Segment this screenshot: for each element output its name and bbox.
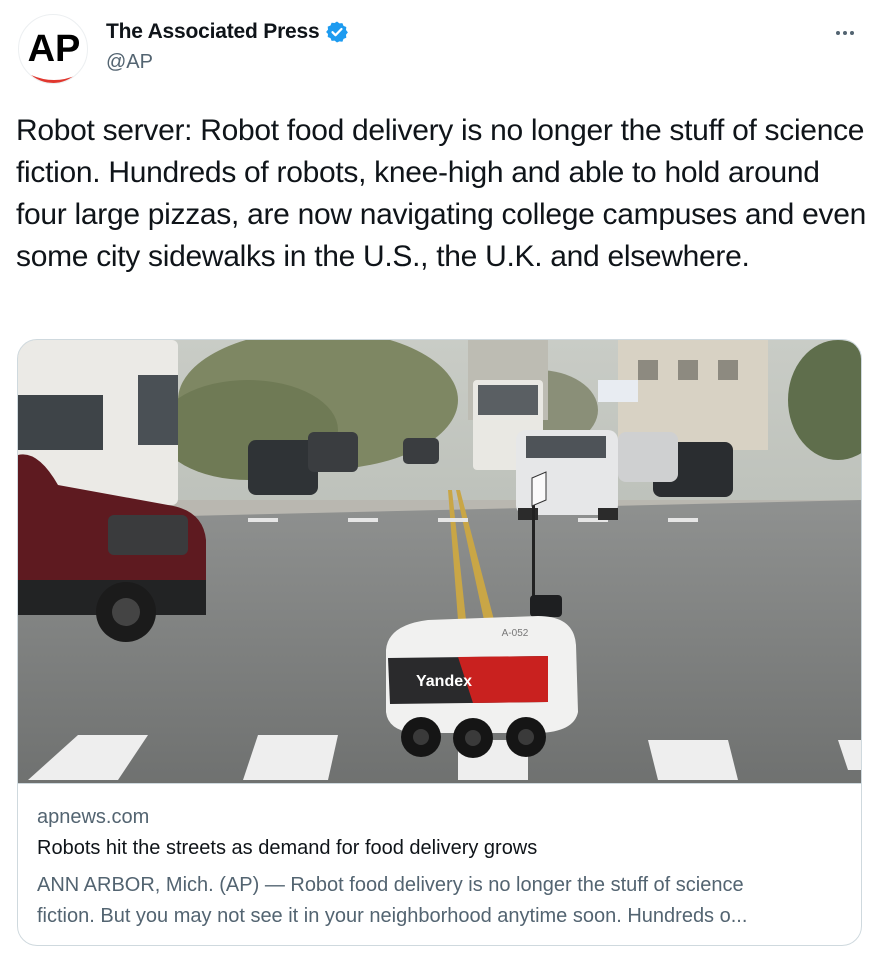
verified-badge-icon (325, 20, 349, 44)
card-domain: apnews.com (37, 806, 150, 828)
card-image[interactable]: Yandex A-052 (18, 340, 862, 784)
card-description-line: fiction. But you may not see it in your … (37, 905, 748, 927)
tweet-text: Robot server: Robot food delivery is no … (16, 114, 866, 273)
display-name[interactable]: The Associated Press (106, 20, 320, 44)
tweet-header: AP The Associated Press @AP (18, 14, 860, 86)
name-row: The Associated Press (106, 20, 349, 44)
avatar[interactable]: AP (18, 14, 88, 84)
user-handle[interactable]: @AP (106, 51, 153, 74)
avatar-logo-text: AP (28, 28, 81, 70)
card-description: ANN ARBOR, Mich. (AP) — Robot food deliv… (37, 870, 842, 932)
link-card[interactable]: Yandex A-052 apnews.com Robots hit the s… (17, 339, 862, 946)
card-divider (18, 783, 861, 784)
robot-id-text: A-052 (502, 628, 529, 639)
avatar-accent (31, 75, 77, 83)
robot-brand-text: Yandex (416, 673, 472, 690)
card-description-line: ANN ARBOR, Mich. (AP) — Robot food deliv… (37, 874, 744, 896)
card-title[interactable]: Robots hit the streets as demand for foo… (37, 837, 537, 860)
more-horizontal-icon[interactable] (830, 18, 860, 48)
